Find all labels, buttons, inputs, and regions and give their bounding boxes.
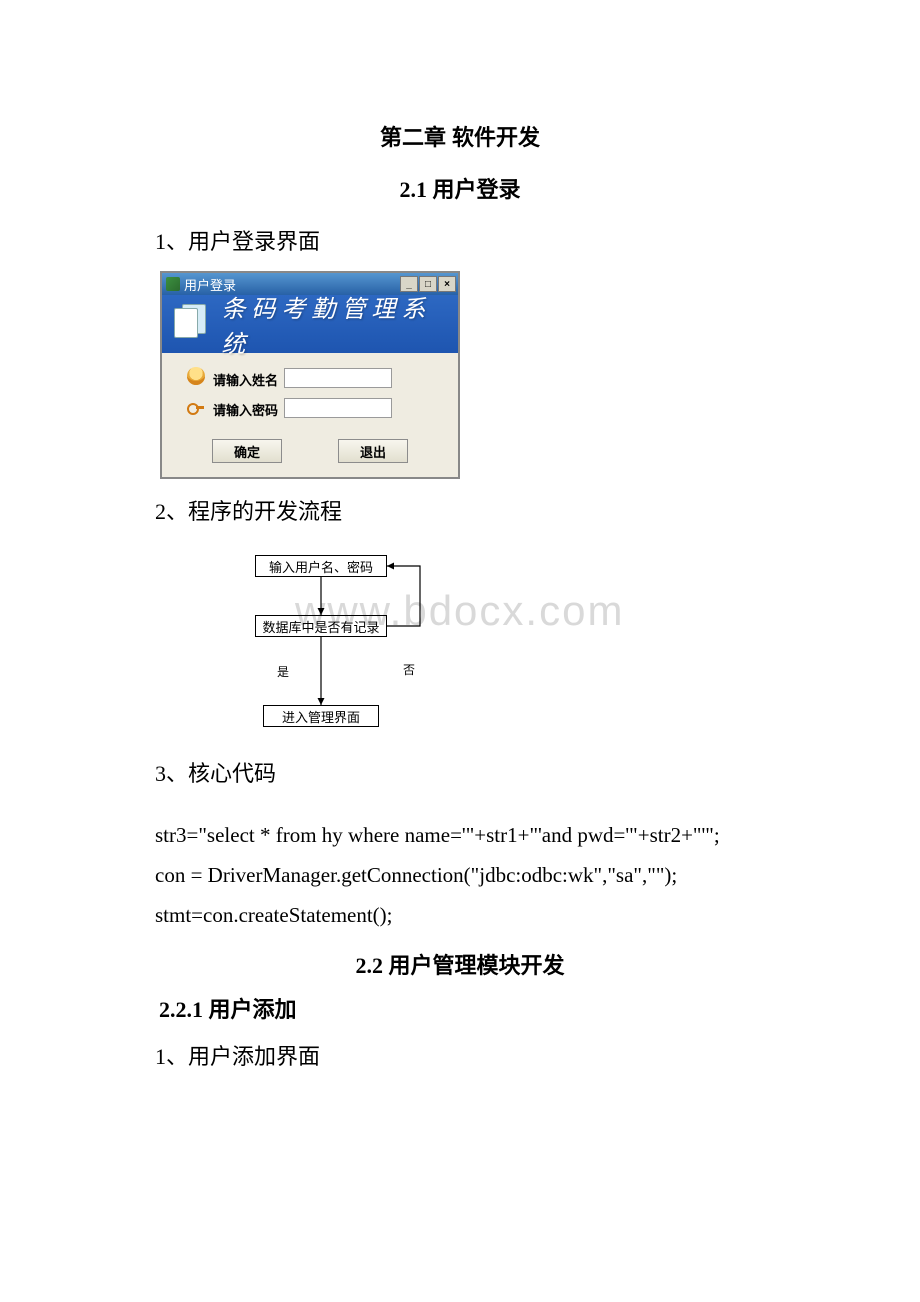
section-2-2-1-title: 2.2.1 用户添加 — [159, 992, 765, 1024]
app-icon — [166, 277, 180, 291]
section-2-2-title: 2.2 用户管理模块开发 — [155, 948, 765, 980]
chapter-title: 第二章 软件开发 — [155, 120, 765, 152]
ok-button[interactable]: 确定 — [212, 439, 282, 463]
user-icon — [187, 367, 205, 385]
password-input[interactable] — [284, 398, 392, 418]
banner: 条码考勤管理系统 — [162, 295, 458, 353]
flow-box-db-check: 数据库中是否有记录 — [255, 615, 387, 637]
login-form: 请输入姓名 请输入密码 确定 退出 — [162, 353, 458, 477]
flow-box-input: 输入用户名、密码 — [255, 555, 387, 577]
list-item-4: 1、用户添加界面 — [155, 1039, 765, 1071]
flow-label-no: 否 — [403, 661, 415, 678]
flow-box-enter: 进入管理界面 — [263, 705, 379, 727]
password-label: 请输入密码 — [176, 397, 284, 419]
code-line-2: con = DriverManager.getConnection("jdbc:… — [155, 856, 765, 896]
flowchart: www.bdocx.com 输入用户名、密码 数据库中是否有记录 进入管理界面 … — [205, 541, 435, 741]
key-icon — [187, 397, 205, 415]
list-item-2: 2、程序的开发流程 — [155, 494, 765, 526]
banner-text: 条码考勤管理系统 — [221, 289, 458, 359]
list-item-1: 1、用户登录界面 — [155, 224, 765, 256]
code-line-3: stmt=con.createStatement(); — [155, 896, 765, 936]
code-snippet: str3="select * from hy where name='"+str… — [155, 816, 765, 936]
login-window: 用户登录 _ □ × 条码考勤管理系统 请输入姓名 请输入密码 确定 — [160, 271, 460, 479]
section-2-1-title: 2.1 用户登录 — [155, 172, 765, 204]
exit-button[interactable]: 退出 — [338, 439, 408, 463]
flow-label-yes: 是 — [277, 663, 289, 680]
list-item-3: 3、核心代码 — [155, 756, 765, 788]
name-input[interactable] — [284, 368, 392, 388]
code-line-1: str3="select * from hy where name='"+str… — [155, 816, 765, 856]
documents-icon — [168, 302, 211, 346]
name-label: 请输入姓名 — [176, 367, 284, 389]
